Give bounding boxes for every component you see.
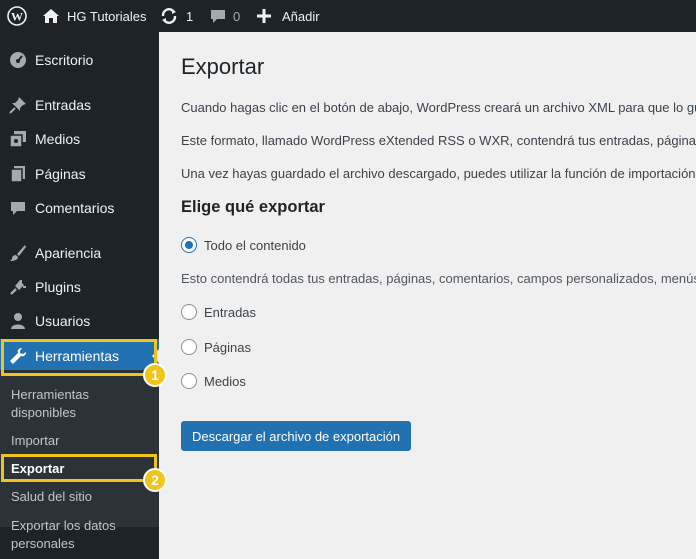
sidebar-item-label: Apariencia (35, 245, 102, 261)
radio-button[interactable] (181, 373, 197, 389)
option-todo-el-contenido[interactable]: Todo el contenido (181, 235, 306, 255)
sidebar-item-plugins[interactable]: Plugins (0, 270, 159, 304)
radio-button[interactable] (181, 339, 197, 355)
current-menu-arrow (152, 349, 159, 363)
sidebar-item-entradas[interactable]: Entradas (0, 88, 159, 122)
radio-button[interactable] (181, 304, 197, 320)
option-label: Medios (204, 373, 246, 389)
svg-text:W: W (11, 10, 23, 24)
sidebar-item-herramientas[interactable]: Herramientas (0, 339, 159, 373)
home-icon[interactable] (42, 0, 60, 32)
tools-submenu: Herramientas disponibles Importar Export… (0, 370, 159, 551)
sidebar-item-label: Medios (35, 131, 81, 147)
sidebar-item-comentarios[interactable]: Comentarios (0, 191, 159, 225)
section-title: Elige qué exportar (181, 198, 325, 216)
new-content-link[interactable]: Añadir (282, 0, 320, 32)
sidebar-item-label: Páginas (35, 166, 86, 182)
sidebar-item-label: Herramientas (35, 348, 120, 364)
page-title: Exportar (181, 54, 265, 79)
submenu-item-herramientas-disponibles[interactable]: Herramientas disponibles (11, 386, 151, 422)
brush-icon (8, 243, 28, 263)
sidebar-item-usuarios[interactable]: Usuarios (0, 304, 159, 338)
sidebar-item-label: Entradas (35, 97, 92, 113)
site-name-link[interactable]: HG Tutoriales (67, 0, 146, 32)
wordpress-icon[interactable]: W (4, 0, 30, 32)
admin-bar: W HG Tutoriales 1 0 Añadir (0, 0, 696, 32)
user-icon (8, 311, 28, 331)
option-label: Entradas (204, 304, 257, 320)
pages-icon (8, 164, 28, 184)
intro-paragraph-3: Una vez hayas guardado el archivo descar… (181, 166, 696, 181)
submenu-item-salud-del-sitio[interactable]: Salud del sitio (11, 488, 151, 506)
download-export-button[interactable]: Descargar el archivo de exportación (181, 421, 412, 451)
intro-paragraph-1: Cuando hagas clic en el botón de abajo, … (181, 100, 696, 115)
admin-sidebar: Escritorio Entradas Medios Páginas Comen… (0, 32, 159, 559)
comment-icon (8, 198, 28, 218)
option-entradas[interactable]: Entradas (181, 302, 256, 322)
option-label: Todo el contenido (204, 237, 306, 253)
sidebar-item-apariencia[interactable]: Apariencia (0, 236, 159, 270)
radio-button[interactable] (181, 237, 197, 253)
submenu-item-exportar-datos-personales[interactable]: Exportar los datos personales (11, 517, 129, 553)
main-content: Exportar Cuando hagas clic en el botón d… (159, 32, 696, 559)
submenu-item-importar[interactable]: Importar (11, 432, 151, 450)
comment-icon[interactable] (209, 0, 227, 32)
media-icon (8, 129, 28, 149)
comments-count[interactable]: 0 (233, 0, 240, 32)
sidebar-item-label: Usuarios (35, 313, 91, 329)
option-description: Esto contendrá todas tus entradas, págin… (181, 271, 696, 286)
option-medios[interactable]: Medios (181, 371, 246, 391)
sidebar-item-escritorio[interactable]: Escritorio (0, 43, 159, 77)
plus-icon[interactable] (257, 0, 271, 32)
wrench-icon (8, 346, 28, 366)
sidebar-item-label: Comentarios (35, 200, 115, 216)
sidebar-item-paginas[interactable]: Páginas (0, 157, 159, 191)
option-label: Páginas (204, 339, 251, 355)
pushpin-icon (8, 95, 28, 115)
submenu-item-exportar[interactable]: Exportar (11, 460, 151, 478)
intro-paragraph-2: Este formato, llamado WordPress eXtended… (181, 133, 696, 148)
sidebar-item-medios[interactable]: Medios (0, 122, 159, 156)
sidebar-item-label: Plugins (35, 279, 81, 295)
dashboard-icon (8, 50, 28, 70)
plugin-icon (8, 277, 28, 297)
option-paginas[interactable]: Páginas (181, 337, 251, 357)
sidebar-item-label: Escritorio (35, 52, 94, 68)
updates-count[interactable]: 1 (186, 0, 193, 32)
update-icon[interactable] (160, 0, 178, 32)
